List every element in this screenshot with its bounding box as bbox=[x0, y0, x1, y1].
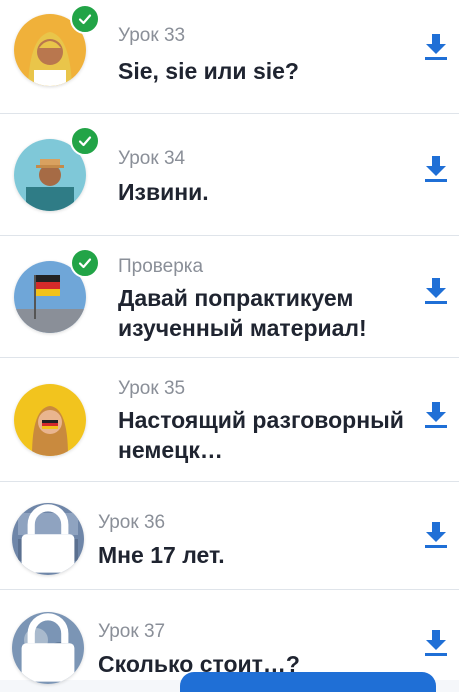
lesson-avatar bbox=[14, 384, 86, 456]
download-icon[interactable] bbox=[423, 276, 449, 306]
lesson-title: Давай попрактикуем изученный материал! bbox=[118, 285, 367, 341]
download-icon[interactable] bbox=[423, 32, 449, 62]
lesson-row-check[interactable]: Проверка Давай попрактикуем изученный ма… bbox=[0, 236, 459, 358]
lesson-subtitle: Урок 34 bbox=[118, 148, 186, 169]
lesson-title: Настоящий разговорный немецк… bbox=[118, 407, 404, 463]
bottom-action-button[interactable] bbox=[180, 672, 436, 692]
completed-check-icon bbox=[70, 248, 100, 278]
lesson-row-36[interactable]: Урок 36 Мне 17 лет. bbox=[0, 482, 459, 590]
lesson-row-33[interactable]: Урок 33 Sie, sie или sie? bbox=[0, 0, 459, 114]
lesson-subtitle: Урок 37 bbox=[98, 621, 166, 642]
download-icon[interactable] bbox=[423, 628, 449, 658]
lesson-row-37[interactable]: Урок 37 Сколько стоит…? bbox=[0, 590, 459, 684]
lesson-subtitle: Урок 36 bbox=[98, 512, 166, 533]
lesson-subtitle: Урок 33 bbox=[118, 25, 186, 46]
lesson-avatar-locked bbox=[12, 503, 84, 575]
lesson-avatar-locked bbox=[12, 612, 84, 684]
lesson-title: Мне 17 лет. bbox=[98, 542, 225, 568]
lesson-title: Sie, sie или sie? bbox=[118, 58, 299, 84]
lesson-row-34[interactable]: Урок 34 Извини. bbox=[0, 114, 459, 236]
lesson-row-35[interactable]: Урок 35 Настоящий разговорный немецк… bbox=[0, 358, 459, 482]
lesson-subtitle: Урок 35 bbox=[118, 378, 186, 399]
download-icon[interactable] bbox=[423, 400, 449, 430]
lesson-subtitle: Проверка bbox=[118, 256, 204, 277]
lock-icon bbox=[21, 504, 75, 573]
lock-icon bbox=[21, 613, 75, 682]
download-icon[interactable] bbox=[423, 154, 449, 184]
lesson-title: Извини. bbox=[118, 179, 209, 205]
download-icon[interactable] bbox=[423, 520, 449, 550]
completed-check-icon bbox=[70, 4, 100, 34]
completed-check-icon bbox=[70, 126, 100, 156]
